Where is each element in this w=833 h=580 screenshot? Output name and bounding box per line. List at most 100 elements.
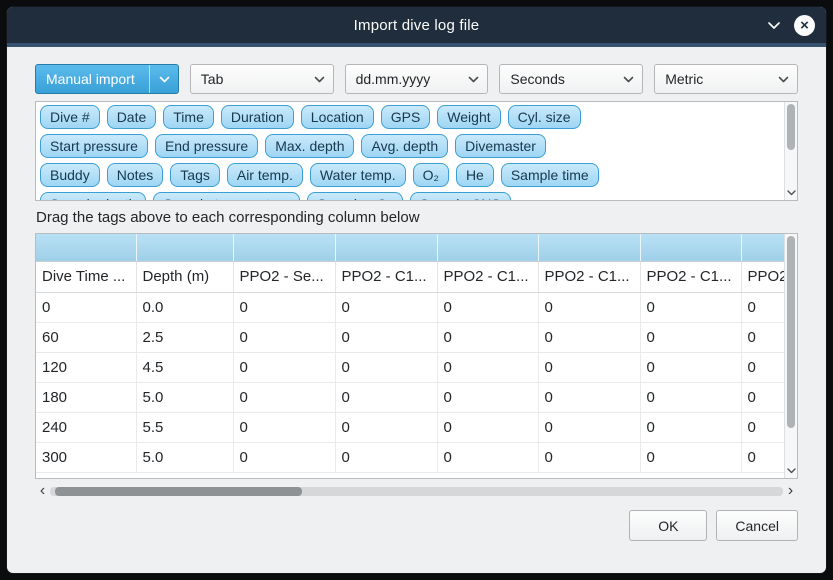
tag-o[interactable]: O₂ [413, 163, 449, 187]
tag-sample-time[interactable]: Sample time [501, 163, 599, 187]
tag-notes[interactable]: Notes [107, 163, 164, 187]
table-scrollbar[interactable] [784, 234, 797, 478]
drop-target-cell[interactable] [437, 234, 538, 261]
tag-gps[interactable]: GPS [381, 105, 431, 129]
drop-target-cell[interactable] [335, 234, 437, 261]
scroll-right-icon[interactable]: › [783, 483, 798, 499]
drop-target-cell[interactable] [233, 234, 335, 261]
units-select[interactable]: Metric [654, 64, 798, 94]
tag-row: Start pressure End pressure Max. depth Avg.… [40, 134, 781, 158]
tag-scroll-down-icon[interactable] [785, 185, 797, 200]
table-cell: 0 [335, 382, 437, 412]
drop-target-cell[interactable] [136, 234, 233, 261]
table-cell: 0 [437, 382, 538, 412]
tag-row: Buddy NotesTags Air temp. Water temp. O₂ He Sa… [40, 163, 781, 187]
import-mode-select[interactable]: Manual import [35, 64, 179, 94]
date-format-select-value: dd.mm.yyyy [356, 71, 463, 87]
column-header: Depth (m) [136, 261, 233, 292]
table-hscrollbar[interactable]: ‹ › [35, 483, 798, 499]
table-cell: 0 [335, 322, 437, 352]
tag-duration[interactable]: Duration [221, 105, 294, 129]
table-cell: 0 [538, 412, 640, 442]
table-cell: 0 [741, 382, 784, 412]
cancel-button[interactable]: Cancel [716, 510, 798, 541]
tag-panel: Dive # DateTime Duration Location GPSWeight C… [35, 101, 798, 201]
tag-dive[interactable]: Dive # [40, 105, 100, 129]
close-window-button[interactable]: × [794, 15, 815, 36]
drop-target-cell[interactable] [36, 234, 136, 261]
column-header: Dive Time ... [36, 261, 136, 292]
tag-location[interactable]: Location [301, 105, 374, 129]
chevron-down-icon [314, 65, 325, 93]
tag-sample-temperature[interactable]: Sample temperature [153, 192, 300, 200]
table-cell: 0 [640, 442, 741, 472]
table-scroll-down-icon[interactable] [785, 463, 797, 478]
ok-button[interactable]: OK [629, 510, 707, 541]
tag-cyl-size[interactable]: Cyl. size [508, 105, 581, 129]
tag-sample-depth[interactable]: Sample depth [40, 192, 146, 200]
duration-format-select[interactable]: Seconds [499, 64, 643, 94]
tag-scrollbar-track[interactable] [785, 102, 797, 185]
table-scrollbar-thumb[interactable] [787, 236, 795, 428]
column-header: PPO2 - C1... [640, 261, 741, 292]
table-cell: 2.5 [136, 322, 233, 352]
import-table-frame: Dive Time ...Depth (m)PPO2 - Se... PPO2 -… [35, 233, 798, 479]
chevron-down-icon [149, 65, 170, 93]
chevron-down-icon [623, 65, 634, 93]
import-dialog: Import dive log file × Manual import Tab d… [6, 6, 827, 574]
table-cell: 5.5 [136, 412, 233, 442]
instruction-text: Drag the tags above to each correspondin… [36, 209, 798, 226]
drop-target-cell[interactable] [538, 234, 640, 261]
column-header: PPO2 - Se... [233, 261, 335, 292]
table-row: 1204.5000000 [36, 352, 784, 382]
import-table: Dive Time ...Depth (m)PPO2 - Se... PPO2 -… [36, 234, 784, 473]
tag-max-depth[interactable]: Max. depth [265, 134, 354, 158]
chevron-down-icon [468, 65, 479, 93]
tag-scrollbar-thumb[interactable] [787, 104, 795, 150]
tag-avg-depth[interactable]: Avg. depth [361, 134, 448, 158]
tag-water-temp[interactable]: Water temp. [310, 163, 406, 187]
tag-time[interactable]: Time [163, 105, 214, 129]
tag-weight[interactable]: Weight [437, 105, 500, 129]
table-cell: 0 [36, 292, 136, 322]
chevron-down-icon[interactable] [767, 21, 781, 30]
table-row: 3005.0000000 [36, 442, 784, 472]
titlebar[interactable]: Import dive log file × [7, 7, 826, 43]
table-cell: 300 [36, 442, 136, 472]
tag-start-pressure[interactable]: Start pressure [40, 134, 148, 158]
table-cell: 0 [335, 412, 437, 442]
table-cell: 0 [640, 412, 741, 442]
table-scrollbar-track[interactable] [785, 234, 797, 463]
table-cell: 0 [538, 442, 640, 472]
tag-he[interactable]: He [456, 163, 494, 187]
table-cell: 5.0 [136, 382, 233, 412]
tag-rows: Dive # DateTime Duration Location GPSWeight C… [36, 102, 784, 200]
header-row: Dive Time ...Depth (m)PPO2 - Se... PPO2 -… [36, 261, 784, 292]
drop-target-cell[interactable] [640, 234, 741, 261]
table-cell: 0 [233, 382, 335, 412]
tag-buddy[interactable]: Buddy [40, 163, 100, 187]
tag-end-pressure[interactable]: End pressure [155, 134, 258, 158]
tag-sample-po[interactable]: Sample pO₂ [307, 192, 402, 200]
hscrollbar-thumb[interactable] [55, 487, 302, 496]
tag-sample-cns[interactable]: Sample CNS [410, 192, 511, 200]
tag-tags[interactable]: Tags [170, 163, 220, 187]
tag-scrollbar[interactable] [784, 102, 797, 200]
table-cell: 0 [741, 442, 784, 472]
date-format-select[interactable]: dd.mm.yyyy [345, 64, 489, 94]
column-header: PPO2 - C1... [437, 261, 538, 292]
tag-air-temp[interactable]: Air temp. [227, 163, 303, 187]
column-header: PPO2 - C1... [741, 261, 784, 292]
table-cell: 0 [741, 352, 784, 382]
drop-target-cell[interactable] [741, 234, 784, 261]
tag-divemaster[interactable]: Divemaster [455, 134, 546, 158]
scroll-left-icon[interactable]: ‹ [35, 483, 50, 499]
field-separator-select[interactable]: Tab [190, 64, 334, 94]
table-cell: 0 [741, 292, 784, 322]
table-cell: 0 [437, 412, 538, 442]
titlebar-controls: × [767, 7, 815, 43]
table-cell: 0 [538, 352, 640, 382]
tag-date[interactable]: Date [107, 105, 157, 129]
hscrollbar-track[interactable] [50, 487, 783, 496]
table-cell: 0 [233, 352, 335, 382]
